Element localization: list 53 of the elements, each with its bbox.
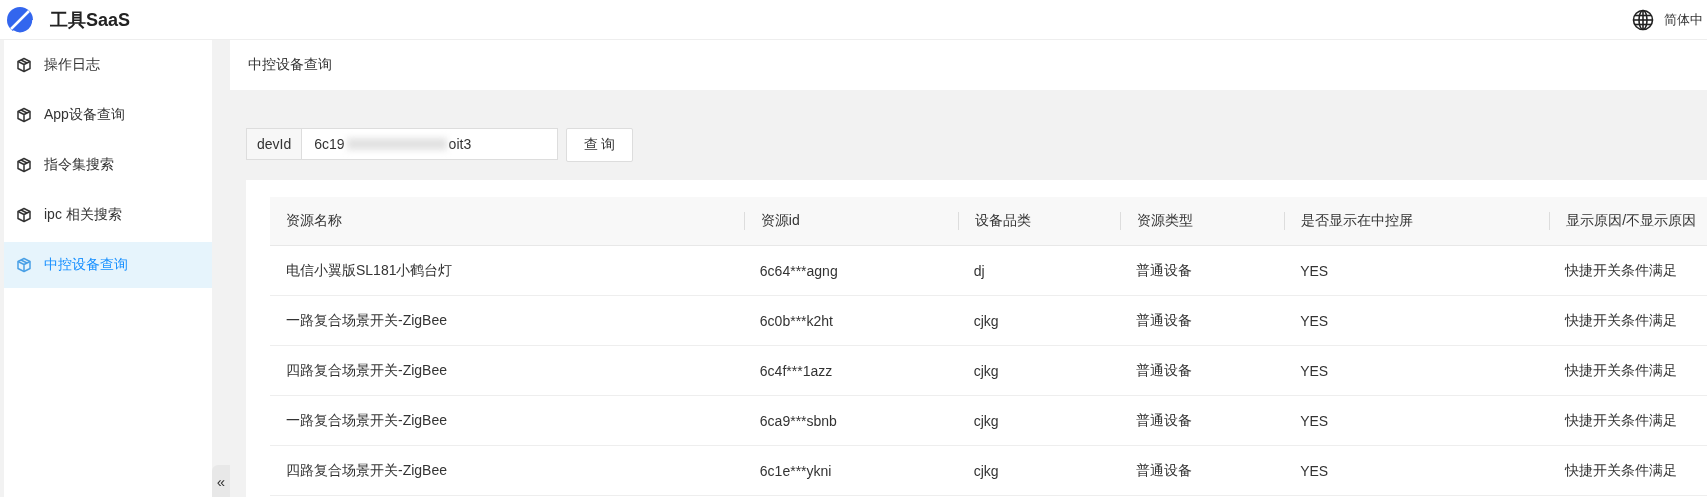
table-cell-text: 普通设备 [1135, 311, 1194, 330]
table-cell-text: cjkg [972, 312, 1000, 329]
table-cell-text: cjkg [972, 462, 1000, 479]
table-cell-text: 普通设备 [1135, 461, 1194, 480]
table-cell-text: 普通设备 [1135, 261, 1194, 280]
globe-icon[interactable] [1632, 8, 1654, 31]
table-cell-text: 快捷开关条件满足 [1563, 261, 1679, 280]
cube-icon [16, 257, 32, 273]
table-cell-text: 6c4f***1azz [758, 362, 834, 379]
table-cell-text: dj [972, 262, 986, 279]
cube-icon [16, 207, 32, 223]
table-cell-text: 快捷开关条件满足 [1563, 361, 1679, 380]
query-button[interactable]: 查 询 [566, 128, 633, 162]
table-cell-text: YES [1299, 362, 1330, 379]
table-cell-text: cjkg [972, 362, 1000, 379]
table-cell-text: YES [1299, 262, 1330, 279]
language-selector[interactable]: 简体中 [1664, 10, 1703, 29]
table-cell-text: 6c1e***ykni [758, 462, 833, 479]
column-header: 资源id [743, 212, 958, 230]
table-cell-text: 6ca9***sbnb [758, 412, 838, 429]
cube-icon [16, 57, 32, 73]
logo-icon [5, 4, 35, 35]
column-header: 资源名称 [285, 212, 343, 230]
table-cell-text: 普通设备 [1135, 361, 1194, 380]
table-cell-text: 快捷开关条件满足 [1563, 311, 1679, 330]
sidebar-item[interactable]: 操作日志 [4, 40, 212, 90]
table-cell-text: 6c0b***k2ht [758, 312, 834, 329]
table-cell-text: 四路复合场景开关-ZigBee [285, 361, 449, 380]
table-cell-text: 一路复合场景开关-ZigBee [285, 311, 449, 330]
table-cell-text: 快捷开关条件满足 [1563, 461, 1679, 480]
column-header: 资源类型 [1120, 212, 1285, 230]
table-cell-text: 一路复合场景开关-ZigBee [285, 411, 449, 430]
sidebar-item[interactable]: 指令集搜索 [4, 140, 212, 190]
table-cell-text: 6c64***agng [758, 262, 839, 279]
table-cell-text: YES [1299, 412, 1330, 429]
table-cell-text: 电信小翼版SL181小鹤台灯 [285, 261, 454, 280]
table-cell-text: YES [1299, 312, 1330, 329]
sidebar-item[interactable]: ipc 相关搜索 [4, 190, 212, 240]
column-header: 设备品类 [957, 212, 1121, 230]
table-cell-text: YES [1299, 462, 1330, 479]
app-title: 工具SaaS [50, 8, 131, 32]
collapse-button[interactable]: « [212, 465, 230, 497]
table-cell-text: 四路复合场景开关-ZigBee [285, 461, 449, 480]
table-cell-text: cjkg [972, 412, 1000, 429]
table-cell-text: 快捷开关条件满足 [1563, 411, 1679, 430]
cube-icon [16, 107, 32, 123]
column-header: 是否显示在中控屏 [1284, 212, 1550, 230]
cube-icon [16, 157, 32, 173]
table-cell-text: 普通设备 [1135, 411, 1194, 430]
sidebar-item[interactable]: App设备查询 [4, 90, 212, 140]
devid-search-field[interactable]: devId 6c19 oit3 [246, 128, 558, 160]
column-header: 显示原因/不显示原因 [1549, 212, 1707, 230]
page-title: 中控设备查询 [248, 56, 332, 74]
